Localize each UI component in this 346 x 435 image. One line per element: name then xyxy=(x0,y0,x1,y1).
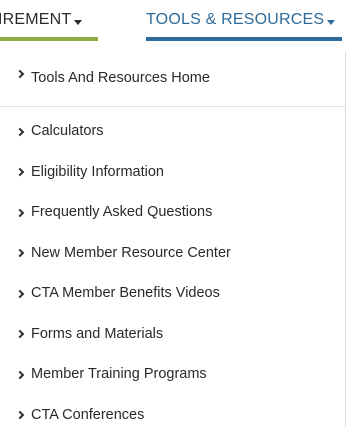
chevron-right-icon xyxy=(16,371,24,379)
menu-item-label: Frequently Asked Questions xyxy=(31,204,212,220)
menu-item-tools-home[interactable]: Tools And Resources Home xyxy=(0,52,345,106)
chevron-right-icon xyxy=(16,70,24,78)
chevron-right-icon xyxy=(16,168,24,176)
caret-down-icon xyxy=(327,20,335,25)
menu-item-cta-conferences[interactable]: CTA Conferences xyxy=(0,395,345,435)
top-nav-bar: IREMENT TOOLS & RESOURCES xyxy=(0,0,346,41)
menu-item-label: Forms and Materials xyxy=(31,326,163,342)
menu-item-label: CTA Conferences xyxy=(31,407,144,423)
tab-retirement-underline xyxy=(0,37,98,41)
menu-item-label: Calculators xyxy=(31,123,104,139)
tab-retirement[interactable]: IREMENT xyxy=(0,0,98,41)
caret-down-icon xyxy=(74,20,82,25)
menu-item-label: Tools And Resources Home xyxy=(31,70,210,86)
chevron-right-icon xyxy=(16,330,24,338)
chevron-right-icon xyxy=(16,290,24,298)
menu-item-forms-and-materials[interactable]: Forms and Materials xyxy=(0,314,345,355)
menu-item-calculators[interactable]: Calculators xyxy=(0,111,345,152)
menu-item-new-member-resource-center[interactable]: New Member Resource Center xyxy=(0,233,345,274)
tab-tools-label: TOOLS & RESOURCES xyxy=(146,11,324,29)
menu-item-eligibility-information[interactable]: Eligibility Information xyxy=(0,152,345,193)
chevron-right-icon xyxy=(16,249,24,257)
menu-item-member-benefits-videos[interactable]: CTA Member Benefits Videos xyxy=(0,273,345,314)
menu-item-member-training-programs[interactable]: Member Training Programs xyxy=(0,354,345,395)
menu-divider xyxy=(0,106,346,107)
menu-item-faq[interactable]: Frequently Asked Questions xyxy=(0,192,345,233)
menu-item-label: CTA Member Benefits Videos xyxy=(31,285,220,301)
tab-retirement-label: IREMENT xyxy=(0,11,71,29)
chevron-right-icon xyxy=(16,128,24,136)
tab-tools-underline xyxy=(146,37,342,41)
chevron-right-icon xyxy=(16,209,24,217)
tab-tools-and-resources[interactable]: TOOLS & RESOURCES xyxy=(146,0,342,41)
menu-item-label: Member Training Programs xyxy=(31,366,207,382)
menu-item-label: Eligibility Information xyxy=(31,164,164,180)
menu-item-label: New Member Resource Center xyxy=(31,245,231,261)
tools-dropdown-menu: Tools And Resources Home Calculators Eli… xyxy=(0,52,346,427)
chevron-right-icon xyxy=(16,411,24,419)
